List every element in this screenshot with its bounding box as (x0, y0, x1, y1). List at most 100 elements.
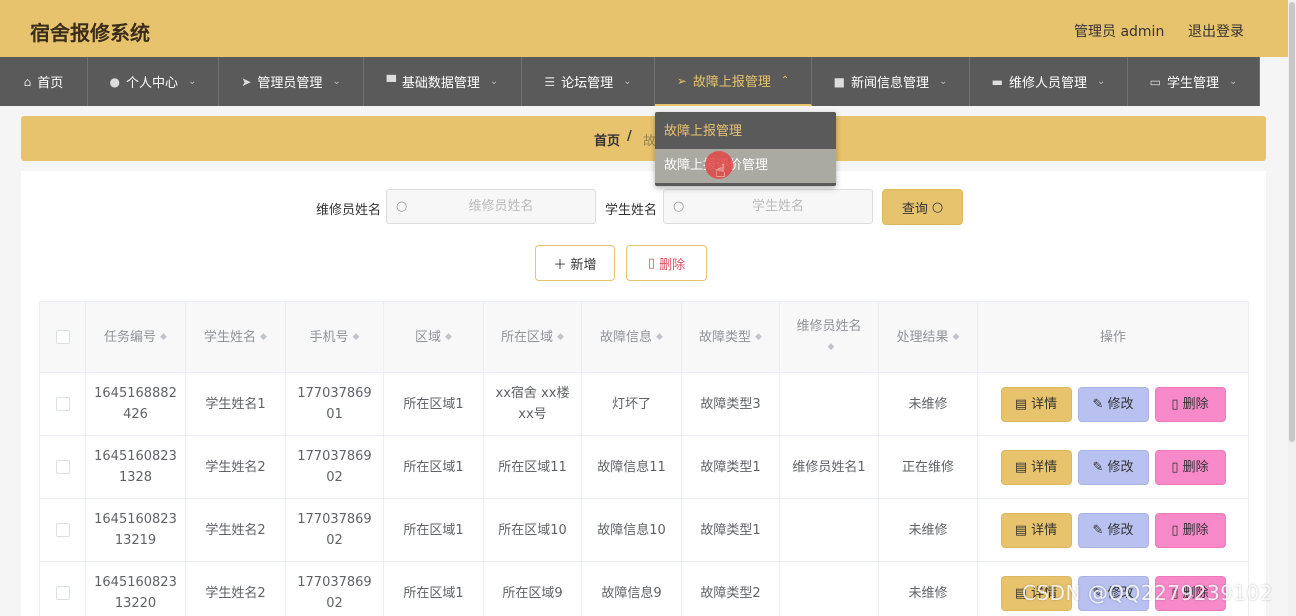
repairer-name-label: 维修员姓名 (316, 203, 382, 218)
menu-item-fault-report[interactable]: 故障上报管理 (655, 115, 836, 149)
scrollbar-thumb[interactable] (1289, 2, 1295, 442)
nav-item-label: 个人中心 (126, 76, 179, 91)
column-header-label: 任务编号 (104, 329, 157, 345)
batch-delete-button[interactable]: ▯ 删除 (626, 245, 707, 281)
user-icon: ● (109, 74, 121, 89)
delete-button-label: 删除 (1182, 522, 1209, 538)
detail-button[interactable]: ▤ 详情 (1000, 386, 1072, 422)
fault-type-cell: 故障类型3 (681, 372, 780, 436)
detail-button[interactable]: ▤ 详情 (1000, 512, 1072, 548)
location-cell: xx宿舍 xx楼 xx号 (483, 372, 582, 436)
column-header[interactable]: 维修员姓名 ◆ (779, 301, 879, 373)
select-all-checkbox[interactable] (55, 330, 70, 344)
row-checkbox[interactable] (55, 460, 70, 474)
page-scrollbar[interactable] (1288, 0, 1296, 616)
home-icon: ⌂ (23, 74, 32, 89)
breadcrumb-home[interactable]: 首页 (594, 130, 620, 149)
sort-icon[interactable]: ◆ (755, 332, 762, 342)
app-header: 宿舍报修系统 管理员 admin 退出登录 (0, 0, 1288, 57)
nav-item-home[interactable]: ⌂ 首页 (0, 57, 88, 106)
column-header[interactable]: 处理结果 ◆ (878, 301, 978, 373)
column-header-label: 区域 (415, 329, 442, 345)
delete-button-label: 删除 (1182, 396, 1209, 412)
location-cell: 所在区域9 (483, 561, 582, 616)
column-header-label: 维修员姓名 (796, 319, 862, 334)
sort-icon[interactable]: ◆ (160, 332, 167, 342)
chat-icon: ▭ (1149, 74, 1161, 89)
document-icon: ▤ (1014, 459, 1028, 475)
task-id-cell: 16451608231328 (85, 435, 186, 499)
trash-icon: ▯ (1171, 522, 1179, 538)
task-id-cell: 164516082313220 (85, 561, 186, 616)
column-header[interactable]: 所在区域 ◆ (483, 301, 582, 373)
add-button[interactable]: ＋ 新增 (535, 245, 615, 281)
delete-button[interactable]: ▯ 删除 (1154, 512, 1226, 548)
task-id-cell: 164516082313219 (85, 498, 186, 562)
repairer-name-cell (779, 561, 879, 616)
nav-item-label: 管理员管理 (257, 76, 323, 91)
column-header[interactable]: 学生姓名 ◆ (185, 301, 286, 373)
nav-item-admin-management[interactable]: ➤ 管理员管理 ⌄ (219, 57, 364, 106)
repairer-name-field[interactable]: ○ (386, 189, 596, 224)
breadcrumb-current: 故障上报管理 (643, 134, 655, 149)
sort-icon[interactable]: ◆ (445, 332, 452, 342)
sort-icon[interactable]: ◆ (353, 332, 360, 342)
nav-item-student[interactable]: ▭ 学生管理 ⌄ (1128, 57, 1260, 106)
trash-icon: ▯ (1171, 396, 1179, 412)
logout-link[interactable]: 退出登录 (1188, 21, 1244, 41)
send-icon: ➤ (241, 74, 252, 89)
query-button[interactable]: 查询 ○ (882, 189, 963, 225)
edit-button-label: 修改 (1107, 459, 1134, 475)
nav-item-label: 首页 (37, 76, 64, 91)
truck-icon: ■ (833, 74, 845, 89)
row-checkbox[interactable] (55, 586, 70, 600)
nav-item-label: 新闻信息管理 (850, 76, 929, 91)
column-header[interactable]: 任务编号 ◆ (85, 301, 186, 373)
column-header-label: 故障类型 (699, 329, 752, 345)
detail-button[interactable]: ▤ 详情 (1000, 449, 1072, 485)
column-header[interactable]: 故障信息 ◆ (581, 301, 682, 373)
table-row: 164516082313219 学生姓名2 17703786902 所在区域1 … (39, 498, 1249, 562)
edit-button[interactable]: ✎ 修改 (1077, 512, 1149, 548)
edit-button[interactable]: ✎ 修改 (1077, 386, 1149, 422)
row-select-cell (39, 372, 86, 436)
phone-cell: 17703786902 (285, 561, 384, 616)
student-name-field[interactable]: ○ (663, 189, 873, 224)
column-header[interactable]: 区域 ◆ (383, 301, 484, 373)
result-cell: 正在维修 (878, 435, 978, 499)
sort-icon[interactable]: ◆ (828, 343, 835, 352)
nav-item-basic-data[interactable]: ▀ 基础数据管理 ⌄ (364, 57, 522, 106)
result-cell: 未维修 (878, 561, 978, 616)
student-name-cell: 学生姓名2 (185, 435, 286, 499)
column-header-label: 学生姓名 (204, 329, 257, 345)
repairer-name-cell (779, 372, 879, 436)
column-header-label: 处理结果 (896, 329, 949, 345)
nav-item-fault-report[interactable]: ➢ 故障上报管理 ⌃ (655, 57, 812, 106)
sort-icon[interactable]: ◆ (953, 332, 960, 342)
row-checkbox[interactable] (55, 397, 70, 411)
repairer-name-input[interactable] (417, 190, 585, 223)
delete-button[interactable]: ▯ 删除 (1154, 449, 1226, 485)
row-select-cell (39, 435, 86, 499)
sort-icon[interactable]: ◆ (656, 332, 663, 342)
nav-item-personal-center[interactable]: ● 个人中心 ⌄ (88, 57, 219, 106)
detail-button-label: 详情 (1031, 522, 1058, 538)
edit-button[interactable]: ✎ 修改 (1077, 449, 1149, 485)
query-button-label: 查询 (901, 201, 928, 217)
sort-icon[interactable]: ◆ (557, 332, 564, 342)
column-header[interactable]: 故障类型 ◆ (681, 301, 780, 373)
location-cell: 所在区域10 (483, 498, 582, 562)
nav-item-news[interactable]: ■ 新闻信息管理 ⌄ (812, 57, 970, 106)
nav-item-repairer[interactable]: ▬ 维修人员管理 ⌄ (970, 57, 1128, 106)
student-name-input[interactable] (694, 190, 862, 223)
app-title: 宿舍报修系统 (30, 21, 150, 45)
sort-icon[interactable]: ◆ (260, 332, 267, 342)
trash-icon: ▯ (1171, 459, 1179, 475)
chevron-down-icon: ⌄ (1228, 76, 1238, 87)
delete-button[interactable]: ▯ 删除 (1154, 386, 1226, 422)
column-header[interactable]: 手机号 ◆ (285, 301, 384, 373)
menu-item-fault-report-review[interactable]: 故障上报评价管理 (655, 149, 836, 183)
nav-item-forum[interactable]: ☰ 论坛管理 ⌄ (522, 57, 655, 106)
nav-item-label: 故障上报管理 (692, 75, 771, 90)
row-checkbox[interactable] (55, 523, 70, 537)
